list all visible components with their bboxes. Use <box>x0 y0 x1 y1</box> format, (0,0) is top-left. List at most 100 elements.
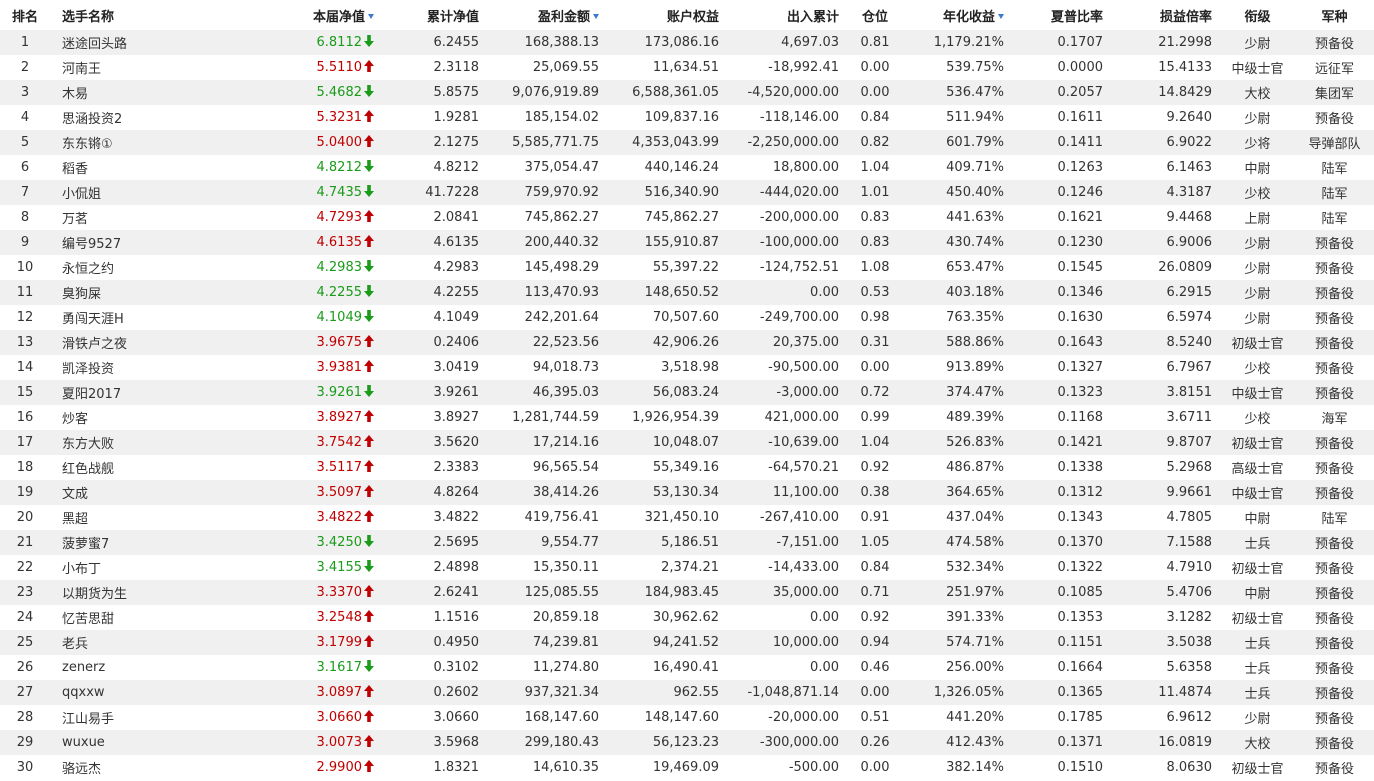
player-name-link[interactable]: 木易 <box>50 80 250 105</box>
table-row[interactable]: 24 忆苦思甜 3.2548 1.1516 20,859.18 30,962.62 0.00… <box>0 605 1374 630</box>
player-name-link-text[interactable]: 红色战舰 <box>62 462 114 477</box>
table-row[interactable]: 13 滑铁卢之夜 3.9675 0.2406 22,523.56 42,906.26 20,… <box>0 330 1374 355</box>
player-name-link-text[interactable]: 小侃姐 <box>62 187 101 202</box>
player-name-link[interactable]: 炒客 <box>50 405 250 430</box>
player-name-link-text[interactable]: 骆远杰 <box>62 762 101 777</box>
table-row[interactable]: 25 老兵 3.1799 0.4950 74,239.81 94,241.52 10,000… <box>0 630 1374 655</box>
player-name-link[interactable]: 滑铁卢之夜 <box>50 330 250 355</box>
player-name-link[interactable]: 东方大败 <box>50 430 250 455</box>
player-name-link-text[interactable]: 万茗 <box>62 212 88 227</box>
player-name-link[interactable]: qqxxw <box>50 680 250 705</box>
player-name-link[interactable]: 老兵 <box>50 630 250 655</box>
header-annual[interactable]: 年化收益 <box>905 0 1010 30</box>
player-name-link-text[interactable]: 忆苦思甜 <box>62 612 114 627</box>
table-row[interactable]: 14 凯泽投资 3.9381 3.0419 94,018.73 3,518.98 -90,5… <box>0 355 1374 380</box>
table-row[interactable]: 11 臭狗屎 4.2255 4.2255 113,470.93 148,650.52 0.0… <box>0 280 1374 305</box>
player-name-link[interactable]: 思涵投资2 <box>50 105 250 130</box>
player-name-link-text[interactable]: 河南王 <box>62 62 101 77</box>
table-row[interactable]: 7 小侃姐 4.7435 41.7228 759,970.92 516,340.90 -44… <box>0 180 1374 205</box>
table-row[interactable]: 29 wuxue 3.0073 3.5968 299,180.43 56,123.23 -3… <box>0 730 1374 755</box>
table-row[interactable]: 8 万茗 4.7293 2.0841 745,862.27 745,862.27 -200,… <box>0 205 1374 230</box>
player-name-link[interactable]: 忆苦思甜 <box>50 605 250 630</box>
player-name-link[interactable]: 永恒之约 <box>50 255 250 280</box>
player-name-link[interactable]: 万茗 <box>50 205 250 230</box>
table-row[interactable]: 15 夏阳2017 3.9261 3.9261 46,395.03 56,083.24 -3… <box>0 380 1374 405</box>
player-name-link[interactable]: 以期货为生 <box>50 580 250 605</box>
player-name-link-text[interactable]: 凯泽投资 <box>62 362 114 377</box>
player-name-link[interactable]: 黑超 <box>50 505 250 530</box>
player-name-link-text[interactable]: 木易 <box>62 87 88 102</box>
player-name-link-text[interactable]: 夏阳2017 <box>62 387 121 402</box>
header-rank-title[interactable]: 衔级 <box>1220 0 1295 30</box>
player-name-link-text[interactable]: 江山易手 <box>62 712 114 727</box>
table-row[interactable]: 2 河南王 5.5110 2.3118 25,069.55 11,634.51 -18,99… <box>0 55 1374 80</box>
header-name[interactable]: 选手名称 <box>50 0 250 30</box>
header-inout[interactable]: 出入累计 <box>725 0 845 30</box>
player-name-link-text[interactable]: zenerz <box>62 660 105 675</box>
table-row[interactable]: 27 qqxxw 3.0897 0.2602 937,321.34 962.55 -1,04… <box>0 680 1374 705</box>
player-name-link[interactable]: 文成 <box>50 480 250 505</box>
player-name-link[interactable]: 迷途回头路 <box>50 30 250 55</box>
header-cum-nav[interactable]: 累计净值 <box>380 0 485 30</box>
table-row[interactable]: 23 以期货为生 3.3370 2.6241 125,085.55 184,983.45 3… <box>0 580 1374 605</box>
player-name-link-text[interactable]: 永恒之约 <box>62 262 114 277</box>
player-name-link-text[interactable]: 菠萝蜜7 <box>62 537 109 552</box>
header-nav[interactable]: 本届净值 <box>250 0 380 30</box>
table-row[interactable]: 3 木易 5.4682 5.8575 9,076,919.89 6,588,361.05 -… <box>0 80 1374 105</box>
table-row[interactable]: 30 骆远杰 2.9900 1.8321 14,610.35 19,469.09 -500.… <box>0 755 1374 780</box>
player-name-link-text[interactable]: 滑铁卢之夜 <box>62 337 127 352</box>
player-name-link[interactable]: 编号9527 <box>50 230 250 255</box>
header-equity[interactable]: 账户权益 <box>605 0 725 30</box>
player-name-link-text[interactable]: 臭狗屎 <box>62 287 101 302</box>
player-name-link-text[interactable]: 文成 <box>62 487 88 502</box>
table-row[interactable]: 22 小布丁 3.4155 2.4898 15,350.11 2,374.21 -14,43… <box>0 555 1374 580</box>
player-name-link[interactable]: 菠萝蜜7 <box>50 530 250 555</box>
player-name-link[interactable]: 凯泽投资 <box>50 355 250 380</box>
player-name-link[interactable]: 红色战舰 <box>50 455 250 480</box>
player-name-link[interactable]: 勇闯天涯H <box>50 305 250 330</box>
table-row[interactable]: 5 东东锵① 5.0400 2.1275 5,585,771.75 4,353,043.9… <box>0 130 1374 155</box>
table-row[interactable]: 28 江山易手 3.0660 3.0660 168,147.60 148,147.60 -2… <box>0 705 1374 730</box>
player-name-link-text[interactable]: 稻香 <box>62 162 88 177</box>
player-name-link-text[interactable]: 老兵 <box>62 637 88 652</box>
header-profit[interactable]: 盈利金额 <box>485 0 605 30</box>
table-row[interactable]: 21 菠萝蜜7 3.4250 2.5695 9,554.77 5,186.51 -7,151… <box>0 530 1374 555</box>
table-row[interactable]: 1 迷途回头路 6.8112 6.2455 168,388.13 173,086.16 4,… <box>0 30 1374 55</box>
table-row[interactable]: 17 东方大败 3.7542 3.5620 17,214.16 10,048.07 -10,… <box>0 430 1374 455</box>
player-name-link-text[interactable]: 编号9527 <box>62 237 121 252</box>
player-name-link[interactable]: 夏阳2017 <box>50 380 250 405</box>
player-name-link[interactable]: 东东锵① <box>50 130 250 155</box>
player-name-link[interactable]: 小布丁 <box>50 555 250 580</box>
header-sharpe[interactable]: 夏普比率 <box>1010 0 1115 30</box>
table-row[interactable]: 10 永恒之约 4.2983 4.2983 145,498.29 55,397.22 -12… <box>0 255 1374 280</box>
header-rank[interactable]: 排名 <box>0 0 50 30</box>
player-name-link-text[interactable]: 东东锵① <box>62 137 113 152</box>
table-row[interactable]: 18 红色战舰 3.5117 2.3383 96,565.54 55,349.16 -64,… <box>0 455 1374 480</box>
table-row[interactable]: 6 稻香 4.8212 4.8212 375,054.47 440,146.24 18,80… <box>0 155 1374 180</box>
table-row[interactable]: 16 炒客 3.8927 3.8927 1,281,744.59 1,926,954.39… <box>0 405 1374 430</box>
player-name-link[interactable]: 稻香 <box>50 155 250 180</box>
table-row[interactable]: 12 勇闯天涯H 4.1049 4.1049 242,201.64 70,507.60 -2… <box>0 305 1374 330</box>
table-row[interactable]: 4 思涵投资2 5.3231 1.9281 185,154.02 109,837.16 -1… <box>0 105 1374 130</box>
player-name-link-text[interactable]: 小布丁 <box>62 562 101 577</box>
player-name-link[interactable]: 江山易手 <box>50 705 250 730</box>
player-name-link-text[interactable]: 勇闯天涯H <box>62 312 124 327</box>
player-name-link-text[interactable]: qqxxw <box>62 685 105 700</box>
table-row[interactable]: 19 文成 3.5097 4.8264 38,414.26 53,130.34 11,100… <box>0 480 1374 505</box>
table-row[interactable]: 20 黑超 3.4822 3.4822 419,756.41 321,450.10 -267… <box>0 505 1374 530</box>
table-row[interactable]: 9 编号9527 4.6135 4.6135 200,440.32 155,910.87 -… <box>0 230 1374 255</box>
header-pl-ratio[interactable]: 损益倍率 <box>1115 0 1220 30</box>
player-name-link[interactable]: 骆远杰 <box>50 755 250 780</box>
player-name-link[interactable]: 臭狗屎 <box>50 280 250 305</box>
player-name-link[interactable]: 小侃姐 <box>50 180 250 205</box>
player-name-link[interactable]: wuxue <box>50 730 250 755</box>
header-branch[interactable]: 军种 <box>1295 0 1374 30</box>
table-row[interactable]: 26 zenerz 3.1617 0.3102 11,274.80 16,490.41 0.… <box>0 655 1374 680</box>
player-name-link[interactable]: zenerz <box>50 655 250 680</box>
player-name-link-text[interactable]: wuxue <box>62 735 105 750</box>
player-name-link-text[interactable]: 东方大败 <box>62 437 114 452</box>
player-name-link-text[interactable]: 炒客 <box>62 412 88 427</box>
player-name-link-text[interactable]: 迷途回头路 <box>62 37 127 52</box>
player-name-link-text[interactable]: 黑超 <box>62 512 88 527</box>
player-name-link-text[interactable]: 思涵投资2 <box>62 112 122 127</box>
